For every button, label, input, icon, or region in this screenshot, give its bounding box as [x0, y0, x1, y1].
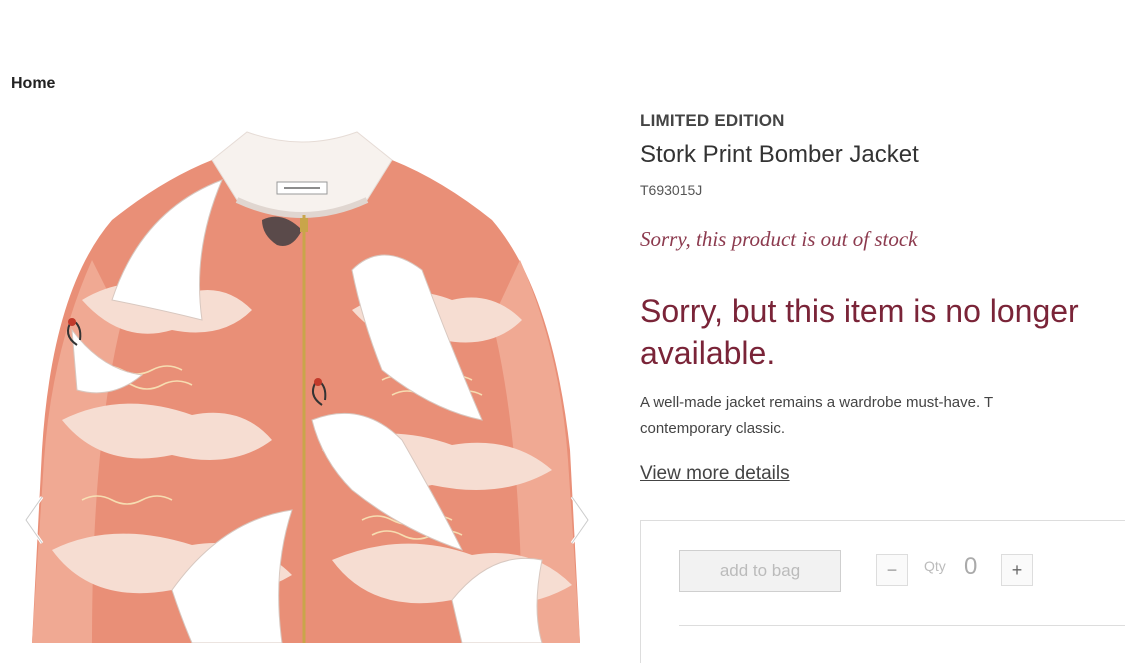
product-page: Home LIMITED EDITION Stork Print Bomber …: [0, 0, 1125, 663]
view-more-details-link[interactable]: View more details: [640, 463, 790, 485]
product-brand: LIMITED EDITION: [640, 111, 785, 130]
description-line-1: A well-made jacket remains a wardrobe mu…: [640, 394, 994, 411]
product-sku: T693015J: [640, 182, 703, 198]
breadcrumb-home[interactable]: Home: [11, 75, 55, 93]
qty-increase-button[interactable]: +: [1001, 554, 1033, 586]
product-title: Stork Print Bomber Jacket: [640, 141, 919, 168]
qty-value[interactable]: 0: [964, 553, 977, 581]
gallery-next-button[interactable]: [568, 495, 592, 545]
divider: [679, 625, 1125, 626]
description-line-2: contemporary classic.: [640, 420, 786, 437]
product-info: LIMITED EDITION Stork Print Bomber Jacke…: [640, 0, 1125, 663]
product-description: A well-made jacket remains a wardrobe mu…: [640, 390, 1125, 442]
add-to-bag-button[interactable]: add to bag: [679, 550, 841, 592]
out-of-stock-note: Sorry, this product is out of stock: [640, 227, 918, 251]
qty-decrease-button[interactable]: −: [876, 554, 908, 586]
unavailable-message: Sorry, but this item is no longer availa…: [640, 293, 1079, 371]
add-to-bag-panel: add to bag − Qty 0 +: [640, 520, 1125, 663]
chevron-left-icon: [24, 496, 44, 544]
qty-label: Qty: [924, 558, 946, 574]
chevron-right-icon: [570, 496, 590, 544]
gallery-prev-button[interactable]: [22, 495, 46, 545]
product-image: [22, 120, 602, 643]
